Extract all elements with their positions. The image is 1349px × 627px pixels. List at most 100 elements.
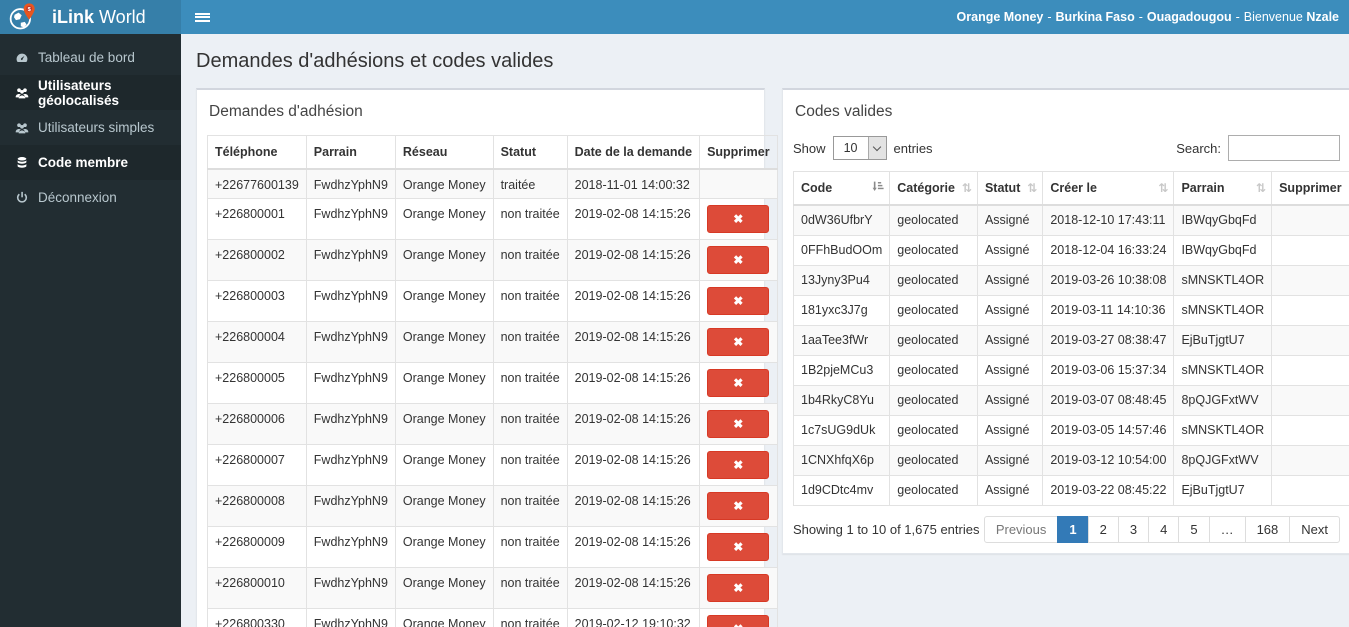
- code-row: 13Jyny3Pu4 geolocated Assigné 2019-03-26 10…: [792, 264, 1349, 296]
- sidebar-item-deconnexion[interactable]: Déconnexion: [0, 180, 181, 215]
- entries-select-value: 10: [843, 141, 858, 155]
- cell-statut: non traitée: [492, 362, 568, 404]
- cell-reseau: Orange Money: [394, 168, 494, 199]
- sort-icon: ⇅: [1158, 181, 1169, 195]
- cell-parrain: FwdhzYphN9: [305, 403, 396, 445]
- code-row: 1CNXhfqX6p geolocated Assigné 2019-03-12 10…: [792, 444, 1349, 476]
- column-header-statut[interactable]: Statut ⇅: [976, 171, 1044, 206]
- cell-supprimer: ✖: [699, 485, 778, 527]
- navbar-username: Nzale: [1306, 10, 1339, 24]
- sidebar-toggle-button[interactable]: [181, 0, 223, 34]
- entries-select[interactable]: 10: [832, 136, 887, 160]
- cell-categorie: geolocated: [889, 264, 978, 296]
- pagination-button[interactable]: Next: [1289, 515, 1340, 543]
- delete-request-button[interactable]: ✖: [707, 328, 770, 356]
- column-header-supprimer: Supprimer: [699, 135, 778, 170]
- column-header-creer-le[interactable]: Créer le ⇅: [1042, 171, 1175, 206]
- pagination-button[interactable]: 3: [1117, 515, 1150, 543]
- request-row: +226800006 FwdhzYphN9 Orange Money non trai…: [207, 403, 778, 445]
- request-row: +226800008 FwdhzYphN9 Orange Money non trai…: [207, 485, 778, 527]
- brand-title: iLink World: [52, 6, 146, 27]
- sidebar-item-code-membre[interactable]: Code membre: [0, 145, 181, 180]
- cell-date: 2019-02-08 14:15:26: [566, 239, 701, 281]
- cell-statut: traitée: [492, 168, 568, 199]
- cell-reseau: Orange Money: [394, 403, 494, 445]
- cell-code: 1B2pjeMCu3: [792, 354, 891, 386]
- cell-supprimer: [1271, 204, 1349, 236]
- pagination-button[interactable]: 1: [1057, 515, 1089, 543]
- top-navbar: Orange Money - Burkina Faso - Ouagadougou - Bi…: [181, 0, 1349, 34]
- pagination-button[interactable]: 5: [1178, 515, 1210, 543]
- cell-statut: non traitée: [492, 280, 568, 322]
- column-header-parrain[interactable]: Parrain ⇅: [1173, 171, 1273, 206]
- delete-request-button[interactable]: ✖: [707, 615, 770, 627]
- cell-date: 2019-02-08 14:15:26: [566, 444, 701, 486]
- delete-request-button[interactable]: ✖: [707, 205, 770, 233]
- cell-date: 2019-02-12 19:10:32: [566, 608, 701, 627]
- pagination-button[interactable]: 168: [1244, 515, 1291, 543]
- cell-code: 1d9CDtc4mv: [792, 474, 891, 506]
- search-input[interactable]: [1228, 135, 1340, 161]
- sidebar-menu: Tableau de bord Utilisateurs géolocalisé…: [0, 34, 181, 215]
- delete-request-button[interactable]: ✖: [707, 287, 770, 315]
- delete-request-button[interactable]: ✖: [707, 574, 770, 602]
- requests-table-body: +22677600139 FwdhzYphN9 Orange Money traité…: [207, 168, 778, 627]
- cell-code: 13Jyny3Pu4: [792, 264, 891, 296]
- close-icon: ✖: [733, 540, 744, 554]
- cell-telephone: +226800330: [207, 608, 307, 627]
- pagination-button[interactable]: 2: [1087, 515, 1119, 543]
- cell-statut: Assigné: [976, 444, 1044, 476]
- cell-telephone: +22677600139: [207, 168, 307, 199]
- cell-telephone: +226800005: [207, 362, 307, 404]
- delete-request-button[interactable]: ✖: [707, 451, 770, 479]
- cell-reseau: Orange Money: [394, 567, 494, 609]
- request-row: +22677600139 FwdhzYphN9 Orange Money traité…: [207, 168, 778, 199]
- request-row: +226800003 FwdhzYphN9 Orange Money non trai…: [207, 280, 778, 322]
- pagination-button[interactable]: …: [1208, 515, 1246, 543]
- sort-icon: ⇅: [1256, 181, 1267, 195]
- cell-supprimer: [1271, 234, 1349, 266]
- pagination-button[interactable]: Previous: [983, 515, 1059, 543]
- request-row: +226800005 FwdhzYphN9 Orange Money non trai…: [207, 362, 778, 404]
- navbar-network: Orange Money: [956, 10, 1044, 24]
- cell-statut: Assigné: [976, 324, 1044, 356]
- column-header-code[interactable]: Code: [792, 171, 891, 206]
- close-icon: ✖: [733, 294, 744, 308]
- column-header-categorie[interactable]: Catégorie ⇅: [889, 171, 978, 206]
- app-logo[interactable]: $ iLink World: [0, 0, 181, 34]
- column-header-supprimer[interactable]: Supprimer⇅: [1271, 171, 1349, 206]
- show-label: Show: [793, 140, 826, 156]
- delete-request-button[interactable]: ✖: [707, 533, 770, 561]
- close-icon: ✖: [733, 335, 744, 349]
- cell-telephone: +226800002: [207, 239, 307, 281]
- cell-code: 0dW36UfbrY: [792, 204, 891, 236]
- table-info: Showing 1 to 10 of 1,675 entries: [793, 521, 980, 537]
- cell-parrain: sMNSKTL4OR: [1173, 354, 1273, 386]
- cell-supprimer: ✖: [699, 198, 778, 240]
- globe-pin-logo-icon: $: [8, 0, 38, 35]
- chevron-down-icon: [867, 137, 886, 159]
- cell-reseau: Orange Money: [394, 321, 494, 363]
- delete-request-button[interactable]: ✖: [707, 246, 770, 274]
- cell-statut: Assigné: [976, 264, 1044, 296]
- delete-request-button[interactable]: ✖: [707, 492, 770, 520]
- pagination-button[interactable]: 4: [1148, 515, 1180, 543]
- sidebar-item-utilisateurs-simples[interactable]: Utilisateurs simples: [0, 110, 181, 145]
- delete-request-button[interactable]: ✖: [707, 369, 770, 397]
- cell-supprimer: ✖: [699, 280, 778, 322]
- cell-date: 2019-02-08 14:15:26: [566, 526, 701, 568]
- codes-table-body: 0dW36UfbrY geolocated Assigné 2018-12-10 17…: [792, 204, 1349, 506]
- search-label: Search:: [1176, 140, 1221, 156]
- sidebar-item-label: Tableau de bord: [38, 50, 135, 65]
- cell-supprimer: ✖: [699, 444, 778, 486]
- cell-supprimer: ✖: [699, 526, 778, 568]
- cell-code: 181yxc3J7g: [792, 294, 891, 326]
- cell-reseau: Orange Money: [394, 280, 494, 322]
- sidebar-item-utilisateurs-geolocalises[interactable]: Utilisateurs géolocalisés: [0, 75, 181, 110]
- delete-request-button[interactable]: ✖: [707, 410, 770, 438]
- sidebar-item-tableau-de-bord[interactable]: Tableau de bord: [0, 40, 181, 75]
- cell-categorie: geolocated: [889, 324, 978, 356]
- column-header-statut: Statut: [492, 135, 568, 170]
- cell-supprimer: [1271, 354, 1349, 386]
- cell-date: 2018-11-01 14:00:32: [566, 168, 701, 199]
